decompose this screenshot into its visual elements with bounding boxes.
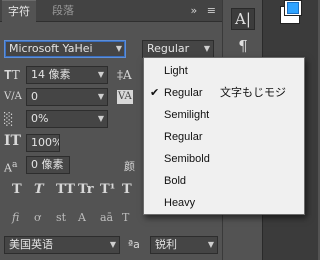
font-size-field[interactable]: 14 像素 ▼ [26, 66, 108, 84]
swash-button[interactable]: A [78, 211, 100, 224]
menu-item-regular-selected[interactable]: ✔ Regular 文字もじモジ [144, 83, 304, 103]
menu-item-bold[interactable]: Bold [144, 171, 304, 191]
menu-item-semibold[interactable]: Semibold [144, 149, 304, 169]
subscript-button[interactable]: T [122, 182, 144, 197]
titling-alternates-button[interactable]: T [122, 211, 144, 224]
style-buttons-row: T T TT Tr T¹ T [12, 182, 144, 197]
menu-item-label: Semilight [164, 109, 210, 121]
color-label: 颜 [124, 160, 135, 173]
leading-icon: ‡A [117, 68, 132, 82]
checkmark-icon: ✔ [150, 87, 160, 99]
tsume-field[interactable]: 0% ▼ [26, 110, 108, 128]
tab-paragraph[interactable]: 段落 [46, 0, 80, 22]
tsume-value: 0% [31, 112, 49, 125]
language-select[interactable]: 美国英语 ▼ [4, 236, 120, 254]
foreground-color-fill [287, 2, 299, 14]
tsume-icon: ░ [4, 112, 14, 126]
antialias-value: 锐利 [155, 238, 177, 251]
contextual-alternates-button[interactable]: st [56, 211, 78, 224]
collapse-icon[interactable]: » [191, 4, 198, 17]
tab-character[interactable]: 字符 [2, 0, 36, 23]
all-caps-button[interactable]: TT [56, 182, 78, 197]
language-value: 美国英语 [9, 238, 53, 251]
superscript-button[interactable]: T¹ [100, 182, 122, 197]
character-panel-button[interactable]: A| [231, 8, 255, 30]
small-caps-button[interactable]: Tr [78, 182, 100, 197]
stylistic-alternates-button[interactable]: aā [100, 211, 122, 224]
font-size-icon: 𝐓T [4, 68, 20, 82]
chevron-down-icon: ▼ [109, 240, 116, 249]
chevron-down-icon: ▼ [97, 114, 104, 123]
vertical-scale-field[interactable]: 100% [26, 134, 60, 152]
menu-item-label: Heavy [164, 197, 196, 209]
paragraph-panel-button[interactable]: ¶ [231, 36, 255, 58]
menu-item-heavy[interactable]: Heavy [144, 193, 304, 213]
discretionary-ligatures-button[interactable]: ơ [34, 211, 56, 224]
panel-tabbar: 字符 段落 » ≡ [0, 0, 222, 23]
menu-item-light[interactable]: Light [144, 61, 304, 81]
menu-item-regular[interactable]: Regular [144, 127, 304, 147]
kerning-value: 0 [31, 90, 38, 103]
font-size-value: 14 像素 [31, 68, 71, 81]
kerning-field[interactable]: 0 ▼ [26, 88, 108, 106]
opentype-buttons-row: fi ơ st Aaā T [12, 210, 144, 225]
baseline-shift-value: 0 像素 [31, 158, 64, 171]
font-style-select[interactable]: Regular ▼ [142, 40, 214, 58]
menu-item-label: Bold [164, 175, 187, 187]
tracking-icon: VA [117, 90, 133, 104]
menu-item-label: Regular [164, 87, 203, 99]
font-style-menu: Light ✔ Regular 文字もじモジ Semilight Regular… [143, 57, 305, 215]
tab-controls: » ≡ [185, 0, 216, 22]
vertical-scale-value: 100% [31, 136, 60, 149]
menu-item-semilight[interactable]: Semilight [144, 105, 304, 125]
chevron-down-icon: ▼ [207, 240, 214, 249]
antialias-icon: ªa [128, 238, 140, 251]
baseline-shift-field[interactable]: 0 像素 [26, 156, 70, 174]
font-family-value: Microsoft YaHei [9, 42, 93, 55]
antialias-select[interactable]: 锐利 ▼ [150, 236, 218, 254]
chevron-down-icon: ▼ [115, 44, 122, 53]
chevron-down-icon: ▼ [203, 44, 210, 53]
faux-italic-button[interactable]: T [34, 182, 56, 197]
menu-item-label: Semibold [164, 153, 210, 165]
panel-menu-icon[interactable]: ≡ [207, 4, 216, 17]
menu-item-label: Light [164, 65, 188, 77]
baseline-shift-icon: Aa [4, 159, 18, 175]
menu-item-label: Regular [164, 131, 203, 143]
font-style-value: Regular [147, 42, 190, 55]
ligatures-button[interactable]: fi [12, 211, 34, 224]
vertical-scale-icon: IT [4, 133, 21, 149]
chevron-down-icon: ▼ [97, 70, 104, 79]
chevron-down-icon: ▼ [97, 92, 104, 101]
faux-bold-button[interactable]: T [12, 182, 34, 197]
kerning-icon: V/A [4, 91, 22, 102]
font-family-select[interactable]: Microsoft YaHei ▼ [4, 40, 126, 58]
font-preview-text: 文字もじモジ [220, 86, 286, 99]
